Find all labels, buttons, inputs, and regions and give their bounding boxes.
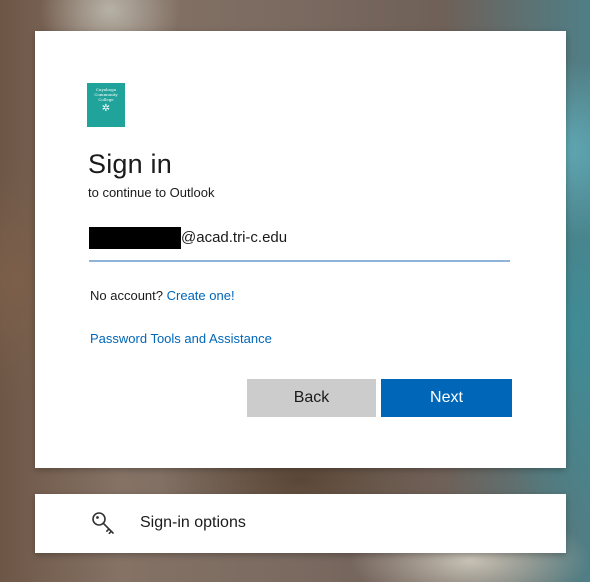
- redacted-username: [89, 227, 181, 249]
- sign-in-options-button[interactable]: Sign-in options: [35, 494, 566, 553]
- no-account-row: No account? Create one!: [90, 288, 235, 303]
- sign-in-card: Cuyahoga Community College ✲ Sign in to co…: [35, 31, 566, 468]
- page-title: Sign in: [88, 149, 172, 179]
- college-logo: Cuyahoga Community College ✲: [87, 83, 125, 127]
- back-button[interactable]: Back: [247, 379, 376, 417]
- no-account-label: No account?: [90, 288, 163, 303]
- page-subtitle: to continue to Outlook: [88, 185, 215, 200]
- password-tools-link[interactable]: Password Tools and Assistance: [90, 331, 272, 346]
- key-icon: [92, 512, 114, 535]
- next-button[interactable]: Next: [381, 379, 512, 417]
- sign-in-options-label: Sign-in options: [140, 514, 246, 531]
- create-account-link[interactable]: Create one!: [167, 288, 235, 303]
- email-field[interactable]: @acad.tri-c.edu: [89, 224, 510, 262]
- sun-icon: ✲: [101, 103, 111, 114]
- email-domain-text: @acad.tri-c.edu: [181, 229, 288, 246]
